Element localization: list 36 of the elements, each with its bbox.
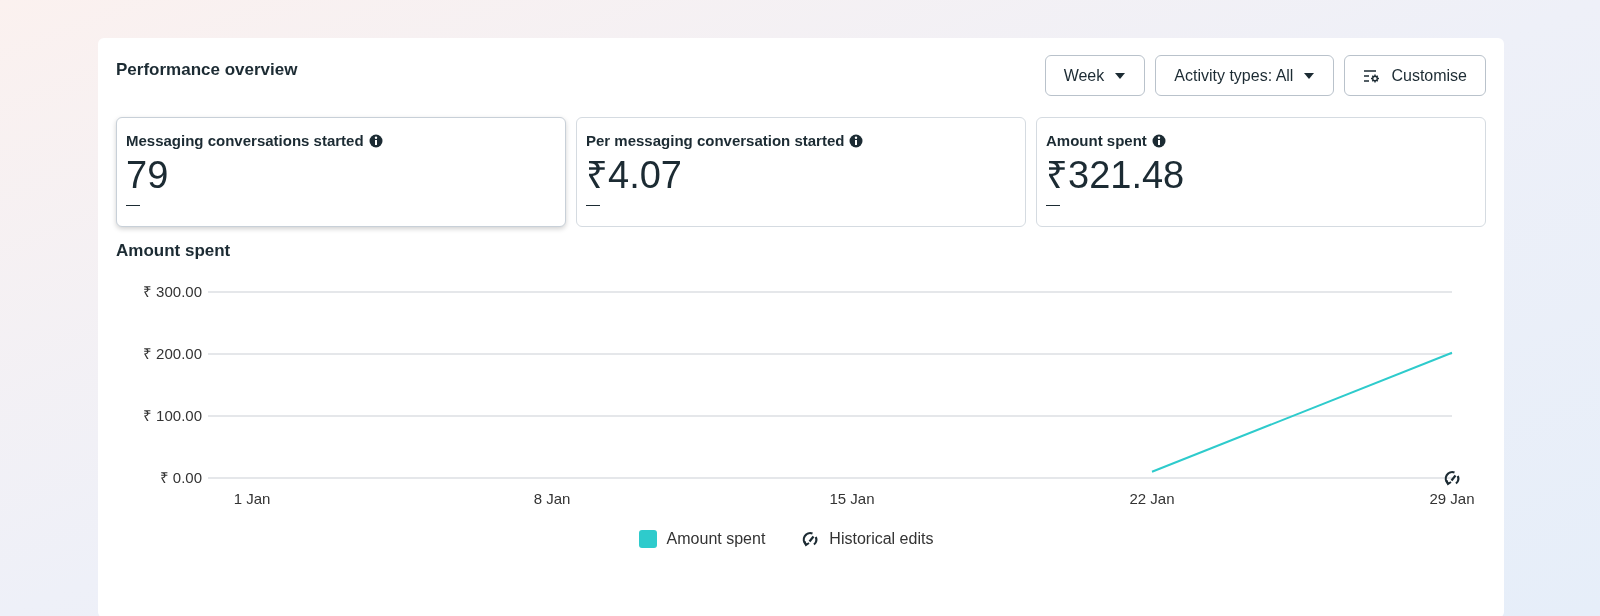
y-tick-label: ₹ 0.00 — [159, 468, 202, 486]
metric-label: Messaging conversations started — [126, 131, 364, 151]
y-tick-label: ₹ 300.00 — [142, 282, 202, 300]
metric-label: Per messaging conversation started — [586, 131, 845, 151]
info-icon — [368, 134, 383, 149]
info-icon — [849, 134, 864, 149]
legend-label: Historical edits — [829, 528, 934, 549]
caret-icon — [1114, 71, 1127, 80]
y-tick-label: ₹ 200.00 — [142, 344, 202, 362]
dropdown-button[interactable]: Activity types: All — [1155, 55, 1335, 96]
metric-card[interactable]: Messaging conversations started 79 — — [116, 117, 566, 227]
x-tick-label: 22 Jan — [1129, 489, 1175, 507]
metric-value: 79 — [126, 152, 169, 197]
metric-change: — — [1046, 196, 1060, 211]
customise-button[interactable]: Customise — [1344, 55, 1486, 96]
gauge-icon — [801, 529, 820, 548]
gauge-icon[interactable] — [1444, 470, 1460, 485]
info-icon — [1151, 134, 1166, 149]
panel-title: Performance overview — [116, 59, 298, 81]
x-tick-label: 29 Jan — [1429, 489, 1475, 507]
x-tick-label: 8 Jan — [533, 489, 571, 507]
x-tick-label: 15 Jan — [829, 489, 875, 507]
y-tick-label: ₹ 100.00 — [142, 406, 202, 424]
sliders-gear-icon — [1363, 68, 1382, 83]
dropdown-button[interactable]: Week — [1044, 55, 1146, 96]
chart-title: Amount spent — [116, 240, 231, 262]
metric-change: — — [126, 196, 140, 211]
legend-label: Amount spent — [666, 528, 766, 549]
metric-value: ₹321.48 — [1046, 152, 1185, 197]
metric-label: Amount spent — [1046, 131, 1147, 151]
caret-icon — [1303, 71, 1316, 80]
metric-card[interactable]: Per messaging conversation started ₹4.07 — — [576, 117, 1026, 227]
metric-change: — — [586, 196, 600, 211]
metric-value: ₹4.07 — [586, 152, 682, 197]
metric-card[interactable]: Amount spent ₹321.48 — — [1036, 117, 1486, 227]
x-tick-label: 1 Jan — [233, 489, 271, 507]
